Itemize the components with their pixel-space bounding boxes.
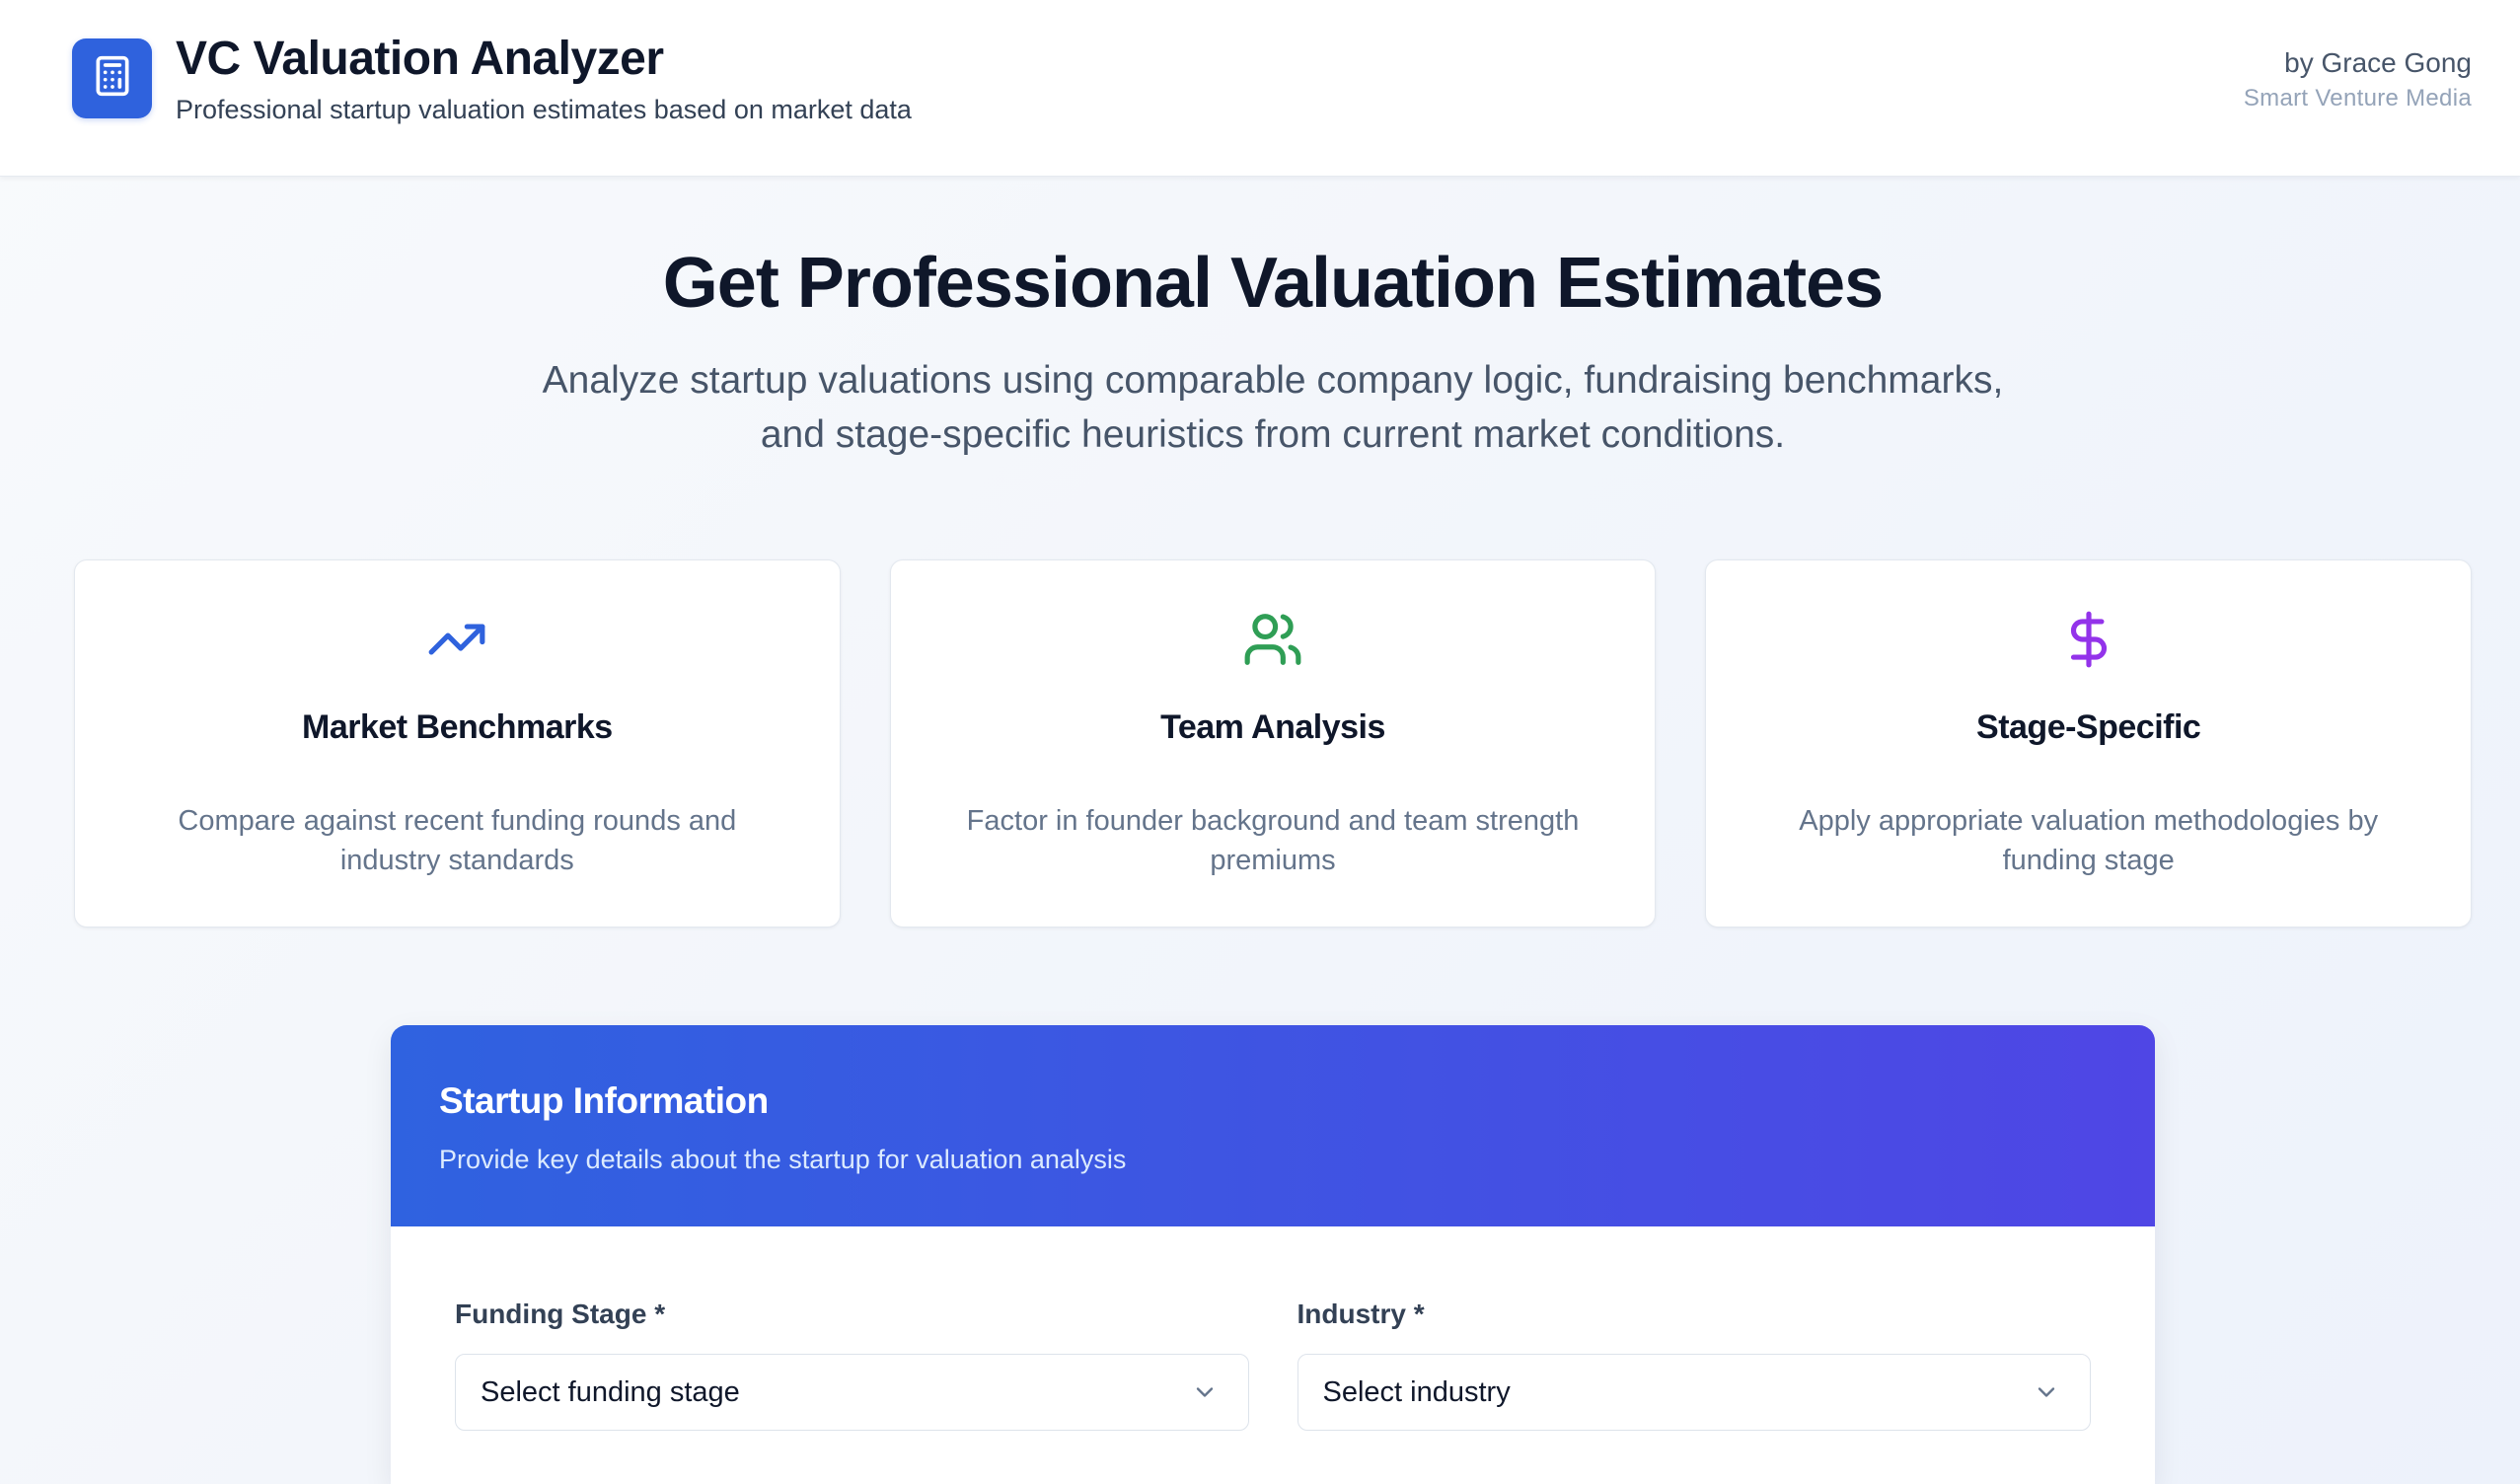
form-subtitle: Provide key details about the startup fo… [439, 1145, 1127, 1174]
hero-description-line: Analyze startup valuations using compara… [542, 359, 2004, 402]
hero-description-line: and stage-specific heuristics from curre… [760, 413, 1786, 456]
industry-label: Industry * [1297, 1298, 1425, 1329]
hero-description: Analyze startup valuations using compara… [74, 353, 2472, 462]
trending-up-icon [426, 609, 487, 670]
feature-card-market-benchmarks: Market Benchmarks Compare against recent… [74, 559, 841, 928]
funding-stage-select[interactable]: Select funding stage [455, 1354, 1249, 1431]
calculator-icon [91, 54, 134, 103]
chevron-down-icon [2033, 1378, 2060, 1406]
hero-title: Get Professional Valuation Estimates [662, 244, 1884, 323]
form-title: Startup Information [439, 1080, 769, 1121]
chevron-down-icon [1191, 1378, 1219, 1406]
industry-select[interactable]: Select industry [1297, 1354, 2091, 1431]
company-name: Smart Venture Media [2243, 85, 2472, 111]
users-icon [1242, 609, 1303, 670]
industry-field: Industry * Select industry [1297, 1297, 2091, 1431]
funding-stage-value: Select funding stage [481, 1375, 740, 1408]
author-name: by Grace Gong [2284, 47, 2472, 78]
app-subtitle: Professional startup valuation estimates… [176, 95, 912, 124]
form-body: Funding Stage * Select funding stage Ind… [391, 1226, 2155, 1431]
feature-cards: Market Benchmarks Compare against recent… [74, 559, 2473, 928]
feature-description: Apply appropriate valuation methodologie… [1799, 805, 2379, 876]
funding-stage-field: Funding Stage * Select funding stage [455, 1297, 1249, 1431]
app-title: VC Valuation Analyzer [176, 33, 664, 85]
industry-value: Select industry [1322, 1375, 1511, 1408]
author-block: by Grace Gong Smart Venture Media [2244, 46, 2472, 113]
app-header: VC Valuation Analyzer Professional start… [0, 0, 2520, 177]
feature-title: Market Benchmarks [302, 708, 613, 746]
form-header: Startup Information Provide key details … [391, 1025, 2155, 1226]
feature-title: Stage-Specific [1976, 708, 2201, 746]
feature-card-stage-specific: Stage-Specific Apply appropriate valuati… [1705, 559, 2473, 928]
app-logo [72, 38, 152, 118]
feature-title: Team Analysis [1160, 708, 1385, 746]
feature-description: Compare against recent funding rounds an… [178, 805, 737, 876]
startup-information-form: Startup Information Provide key details … [391, 1025, 2155, 1484]
page: VC Valuation Analyzer Professional start… [0, 0, 2520, 1484]
funding-stage-label: Funding Stage * [455, 1298, 666, 1329]
dollar-sign-icon [2058, 609, 2119, 670]
feature-description: Factor in founder background and team st… [966, 805, 1580, 876]
feature-card-team-analysis: Team Analysis Factor in founder backgrou… [889, 559, 1657, 928]
